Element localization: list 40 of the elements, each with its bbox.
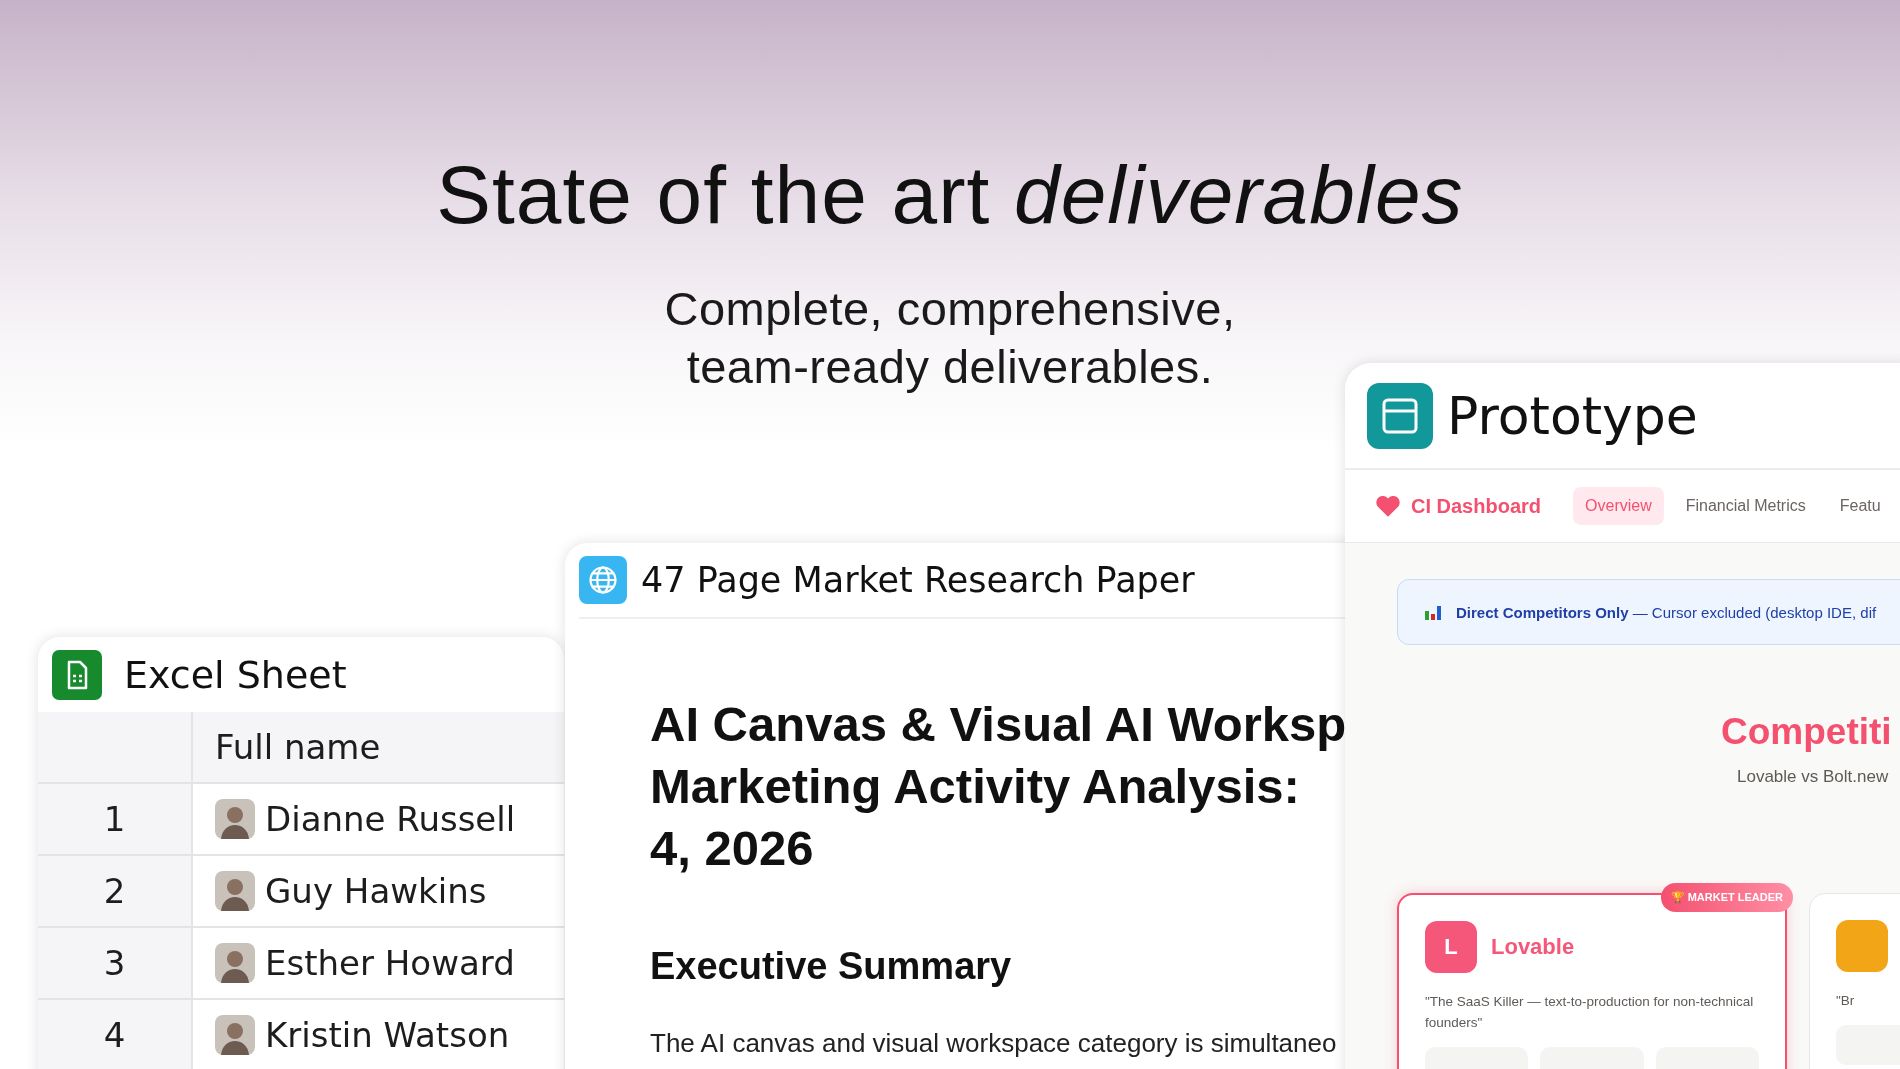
heart-icon (1375, 494, 1401, 518)
document-title: 4, 2026 (650, 820, 815, 877)
competitor-name: Lovable (1491, 934, 1575, 960)
app-name[interactable]: CI Dashboard (1411, 494, 1542, 518)
section-subtitle: Lovable vs Bolt.new (1737, 767, 1890, 787)
nav-tab[interactable]: Financial Metrics (1673, 487, 1818, 525)
row-number: 2 (38, 856, 191, 926)
subtitle: team-ready deliverables. (686, 339, 1214, 396)
document-title: AI Canvas & Visual AI Worksp (650, 696, 1348, 753)
bar-chart-icon (1424, 603, 1442, 621)
nav-tab[interactable]: Featu (1827, 487, 1893, 525)
full-name: Dianne Russell (265, 799, 516, 839)
full-name: Esther Howard (265, 943, 515, 983)
card-title: Excel Sheet (124, 652, 347, 697)
window-icon (1367, 382, 1433, 449)
column-header[interactable]: Full name (193, 712, 564, 782)
paragraph: The AI canvas and visual workspace category is simultaneo (650, 1028, 1338, 1058)
spreadsheet-icon (52, 649, 102, 700)
section-title: Competiti (1721, 711, 1893, 753)
headline: State of the art deliverables (436, 150, 1464, 241)
avatar-icon (215, 871, 255, 911)
avatar-icon (215, 799, 255, 839)
row-number: 1 (38, 784, 191, 854)
tagline: "Br (1836, 992, 1856, 1010)
avatar-icon (215, 943, 255, 983)
full-name: Guy Hawkins (265, 871, 487, 911)
card-title: Prototype (1447, 385, 1698, 446)
section-heading: Executive Summary (650, 945, 1013, 988)
row-number: 3 (38, 928, 191, 998)
tagline: "The SaaS Killer — text-to-production for non-technical founders" (1425, 993, 1755, 1032)
full-name: Kristin Watson (265, 1015, 510, 1055)
card-title: 47 Page Market Research Paper (641, 560, 1195, 600)
subtitle: Complete, comprehensive, (664, 281, 1236, 338)
globe-icon (579, 556, 627, 604)
row-number: 4 (38, 1000, 191, 1069)
document-title: Marketing Activity Analysis: (650, 758, 1301, 815)
market-leader-badge: 🏆 MARKET LEADER (1660, 883, 1793, 912)
banner-text: Direct Competitors Only — Cursor excluded (desktop IDE, dif (1456, 603, 1877, 621)
avatar-icon (215, 1015, 255, 1055)
logo-tile: L (1425, 921, 1477, 973)
